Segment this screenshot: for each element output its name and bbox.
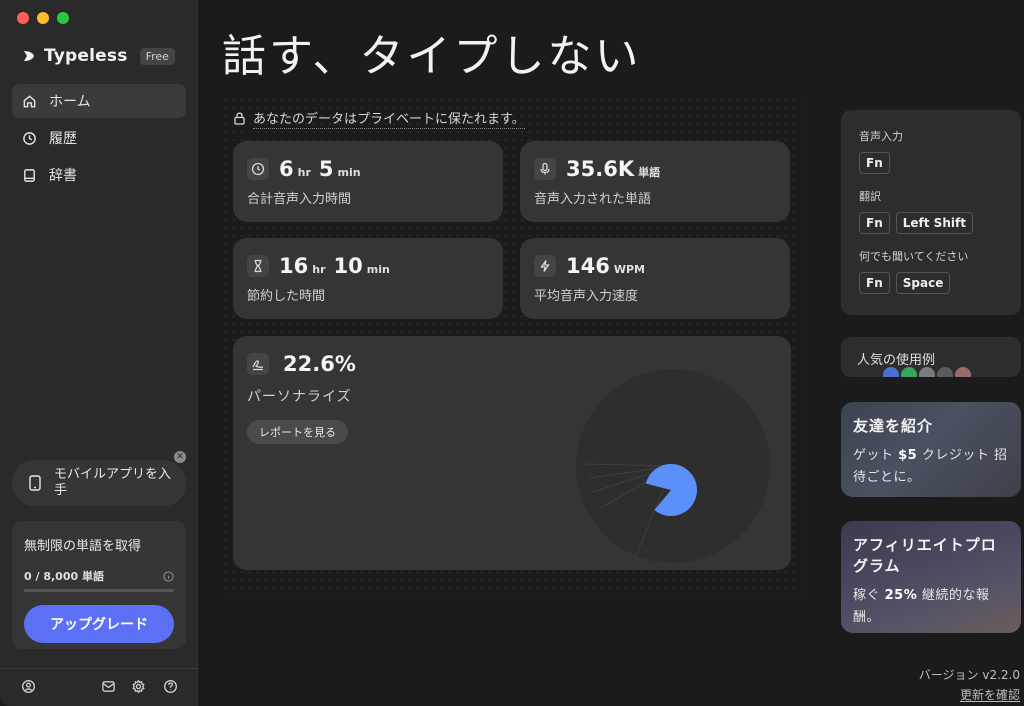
sidebar-item-label: ホーム [49, 94, 91, 110]
sidebar-item-history[interactable]: 履歴 [12, 121, 186, 155]
microphone-icon [534, 158, 556, 180]
stat-hr-unit: hr [312, 263, 326, 276]
stat-label: 平均音声入力速度 [534, 289, 639, 304]
view-report-button[interactable]: レポートを見る [247, 420, 348, 444]
app-icon [883, 367, 899, 377]
key-left-shift[interactable]: Left Shift [895, 212, 973, 234]
refer-description: ゲット $5 クレジット 招待ごとに。 [853, 448, 1008, 485]
stat-label: 合計音声入力時間 [247, 192, 352, 207]
shortcut-panel: 音声入力 Fn 翻訳 Fn Left Shift 何でも聞いてください Fn S… [841, 110, 1021, 315]
affiliate-title: アフィリエイトプログラム [853, 536, 997, 575]
refer-friend-card[interactable]: 友達を紹介 ゲット $5 クレジット 招待ごとに。 [841, 402, 1021, 497]
stat-card-dictation-time: 6 hr 5 min 合計音声入力時間 [233, 141, 503, 222]
stat-word-unit: 単語 [638, 166, 661, 179]
minimize-window-button[interactable] [37, 12, 49, 24]
stat-hr-unit: hr [297, 166, 311, 179]
stat-label: 音声入力された単語 [534, 192, 652, 207]
mobile-app-label: モバイルアプリを入手 [54, 467, 172, 498]
sidebar-item-dictionary[interactable]: 辞書 [12, 158, 186, 192]
lightning-icon [534, 255, 556, 277]
stat-card-speed: 146 WPM 平均音声入力速度 [520, 238, 790, 319]
brand: Typeless Free [22, 46, 175, 66]
shortcut-label-ask: 何でも聞いてください [859, 250, 969, 263]
privacy-note[interactable]: あなたのデータはプライベートに保たれます。 [234, 108, 525, 129]
version-label: バージョン v2.2.0 [918, 668, 1020, 682]
key-fn[interactable]: Fn [859, 272, 890, 294]
stat-card-words: 35.6K 単語 音声入力された単語 [520, 141, 790, 222]
stat-minutes: 10 [333, 254, 363, 278]
page-title: 話す、タイプしない [222, 31, 642, 82]
upgrade-card: 無制限の単語を取得 0 / 8,000 単語 アップグレード [12, 521, 186, 649]
privacy-text: あなたのデータはプライベートに保たれます。 [253, 108, 525, 129]
history-icon [23, 131, 36, 145]
app-name: Typeless [44, 46, 128, 66]
shortcut-label-translate: 翻訳 [859, 190, 881, 203]
sidebar-item-home[interactable]: ホーム [12, 84, 186, 118]
plan-badge: Free [139, 47, 175, 65]
check-update-link[interactable]: 更新を確認 [960, 686, 1020, 703]
home-icon [23, 94, 36, 107]
affiliate-description: 稼ぐ 25% 継続的な報酬。 [853, 588, 990, 625]
stat-word-count: 35.6K [566, 157, 635, 181]
lock-icon [234, 112, 245, 125]
stat-label: 節約した時間 [247, 289, 326, 304]
word-usage: 0 / 8,000 単語 [24, 570, 104, 583]
shortcut-label-dictate: 音声入力 [859, 130, 903, 143]
help-icon[interactable] [163, 679, 178, 694]
stat-min-unit: min [337, 166, 361, 179]
app-icons [883, 367, 971, 377]
stat-card-time-saved: 16 hr 10 min 節約した時間 [233, 238, 503, 319]
stat-hours: 6 [279, 157, 294, 181]
personalization-chart [576, 369, 770, 563]
hourglass-icon [247, 255, 269, 277]
affiliate-program-card[interactable]: アフィリエイトプログラム 稼ぐ 25% 継続的な報酬。 [841, 521, 1021, 633]
sidebar-item-label: 辞書 [49, 168, 77, 184]
app-icon [901, 367, 917, 377]
key-fn[interactable]: Fn [859, 152, 890, 174]
settings-icon[interactable] [131, 679, 146, 694]
app-icon [955, 367, 971, 377]
typeless-logo-icon [24, 51, 34, 61]
popular-use-cases-card[interactable]: 人気の使用例 [841, 337, 1021, 377]
stat-minutes: 5 [318, 157, 334, 181]
account-icon[interactable] [21, 679, 36, 694]
key-space[interactable]: Space [895, 272, 951, 294]
sidebar-footer [0, 668, 198, 704]
upgrade-title: 無制限の単語を取得 [24, 539, 142, 554]
phone-icon [29, 475, 41, 491]
sidebar-nav: ホーム 履歴 辞書 [12, 84, 186, 195]
stat-wpm: 146 [566, 254, 610, 278]
popular-title: 人気の使用例 [857, 353, 936, 368]
upgrade-button[interactable]: アップグレード [24, 605, 174, 643]
window-controls [17, 12, 69, 24]
usage-progress-bar [24, 589, 174, 592]
info-icon[interactable] [163, 570, 174, 582]
sidebar-item-label: 履歴 [49, 131, 77, 147]
close-window-button[interactable] [17, 12, 29, 24]
mobile-app-card[interactable]: モバイルアプリを入手 [12, 460, 186, 506]
app-icon [937, 367, 953, 377]
stat-min-unit: min [366, 263, 390, 276]
refer-title: 友達を紹介 [853, 417, 934, 435]
book-icon [24, 168, 35, 182]
maximize-window-button[interactable] [57, 12, 69, 24]
stat-wpm-unit: WPM [613, 263, 645, 276]
personalization-card: 22.6% パーソナライズ レポートを見る [233, 336, 791, 570]
stat-hours: 16 [279, 254, 309, 278]
signature-icon [247, 353, 269, 375]
clock-icon [247, 158, 269, 180]
key-fn[interactable]: Fn [859, 212, 890, 234]
mail-icon[interactable] [101, 679, 116, 694]
app-icon [919, 367, 935, 377]
sidebar: Typeless Free ホーム 履歴 辞書 モバイルアプリを入手 ✕ 無制限… [0, 0, 198, 706]
close-icon[interactable]: ✕ [174, 451, 186, 463]
personalization-percent: 22.6% [283, 352, 356, 376]
